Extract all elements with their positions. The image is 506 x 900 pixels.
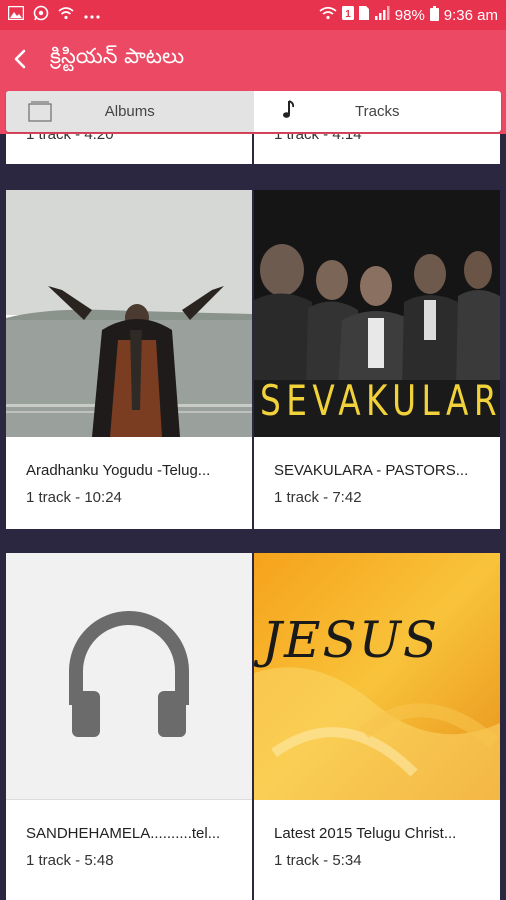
wifi-icon <box>319 6 337 24</box>
jesus-cover-image: JESUS <box>254 553 500 800</box>
image-icon <box>7 5 25 24</box>
album-subtitle: 1 track - 10:24 <box>26 489 122 506</box>
album-title: Latest 2015 Telugu Christ... <box>274 825 457 842</box>
album-card-partial[interactable]: 1 track - 4:14 <box>254 134 500 164</box>
whatsapp-icon <box>33 5 49 25</box>
more-icon <box>83 7 101 24</box>
data-badge-icon: 1 <box>341 6 354 24</box>
music-note-icon <box>282 99 296 125</box>
back-arrow-icon <box>14 49 26 69</box>
status-left <box>7 5 101 25</box>
wifi-icon <box>58 6 74 24</box>
album-meta: SANDHEHAMELA..........tel... 1 track - 5… <box>6 800 252 869</box>
album-subtitle: 1 track - 5:34 <box>274 852 362 869</box>
album-meta: SEVAKULARA - PASTORS... 1 track - 7:42 <box>254 437 500 506</box>
headphones-placeholder <box>6 553 252 800</box>
tab-albums[interactable]: Albums <box>6 91 254 132</box>
tab-tracks-label: Tracks <box>355 103 400 120</box>
sevakulara-cover-image: SEVAKULAR <box>254 190 500 437</box>
album-title: SEVAKULARA - PASTORS... <box>274 462 469 479</box>
album-subtitle-partial: 1 track - 4:20 <box>26 134 114 143</box>
sim-icon <box>358 6 369 24</box>
tab-strip: Albums Tracks <box>0 88 506 134</box>
album-card[interactable]: SEVAKULAR SEVAKULARA - PASTORS... 1 trac… <box>254 190 500 529</box>
album-subtitle: 1 track - 7:42 <box>274 489 362 506</box>
tab-albums-label: Albums <box>104 103 155 120</box>
app-bar: క్రిస్టియన్ పాటలు <box>0 30 506 88</box>
album-grid: 1 track - 4:20 1 track - 4:14 Aradhanku … <box>0 134 506 900</box>
album-title: Aradhanku Yogudu -Telug... <box>26 462 211 479</box>
tab-bar: Albums Tracks <box>6 91 501 132</box>
svg-text:1: 1 <box>345 9 351 20</box>
album-subtitle-partial: 1 track - 4:14 <box>274 134 362 143</box>
cover-text: JESUS <box>262 611 440 669</box>
album-meta: Latest 2015 Telugu Christ... 1 track - 5… <box>254 800 500 869</box>
album-card-partial[interactable]: 1 track - 4:20 <box>6 134 252 164</box>
album-card[interactable]: JESUS Latest 2015 Telugu Christ... 1 tra… <box>254 553 500 900</box>
person-lake-image <box>6 190 252 437</box>
battery-percent: 98% <box>394 6 425 24</box>
battery-icon <box>429 5 439 25</box>
clock: 9:36 am <box>443 6 498 24</box>
status-right: 1 98% 9:36 am <box>319 5 498 25</box>
album-subtitle: 1 track - 5:48 <box>26 852 114 869</box>
album-row: Aradhanku Yogudu -Telug... 1 track - 10:… <box>0 190 506 529</box>
album-card[interactable]: Aradhanku Yogudu -Telug... 1 track - 10:… <box>6 190 252 529</box>
album-row-partial: 1 track - 4:20 1 track - 4:14 <box>0 134 506 164</box>
album-row: SANDHEHAMELA..........tel... 1 track - 5… <box>0 553 506 900</box>
album-meta: Aradhanku Yogudu -Telug... 1 track - 10:… <box>6 437 252 506</box>
album-card[interactable]: SANDHEHAMELA..........tel... 1 track - 5… <box>6 553 252 900</box>
tab-tracks[interactable]: Tracks <box>254 91 502 132</box>
cover-text: SEVAKULAR <box>260 376 500 425</box>
album-title: SANDHEHAMELA..........tel... <box>26 825 221 842</box>
back-button[interactable] <box>2 41 38 77</box>
headphones-icon <box>69 611 189 737</box>
page-title: క్రిస్టియన్ పాటలు <box>50 44 185 68</box>
status-bar: 1 98% 9:36 am <box>0 0 506 30</box>
signal-icon <box>374 6 390 24</box>
album-icon <box>28 100 52 126</box>
